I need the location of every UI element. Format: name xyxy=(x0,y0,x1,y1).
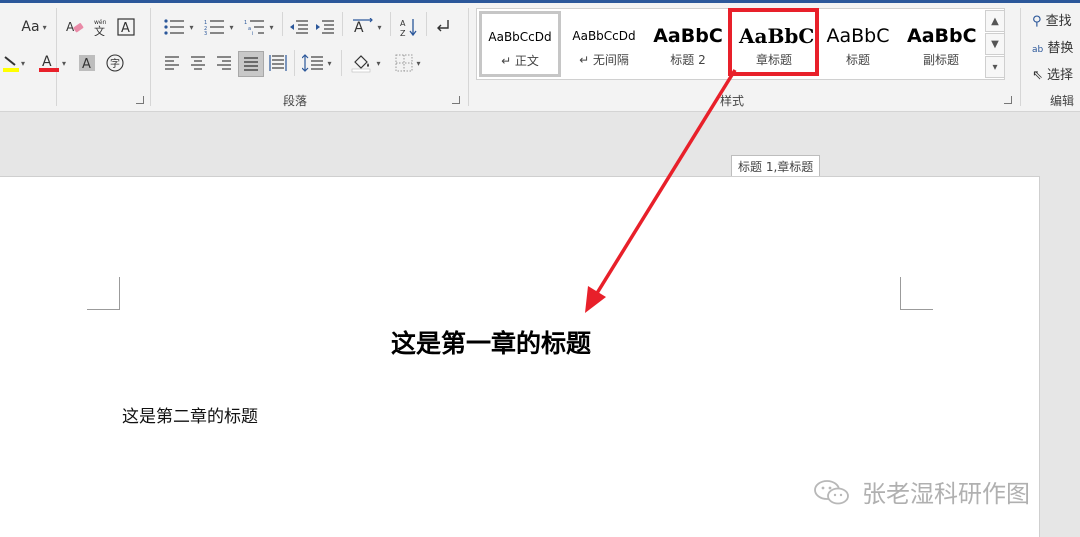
arrow-shaft xyxy=(592,69,737,299)
annotation-arrow xyxy=(585,69,737,313)
watermark-text: 张老湿科研作图 xyxy=(862,480,1030,508)
arrow-head xyxy=(585,286,606,313)
wechat-icon xyxy=(814,479,849,504)
watermark: 张老湿科研作图 xyxy=(812,474,1030,509)
